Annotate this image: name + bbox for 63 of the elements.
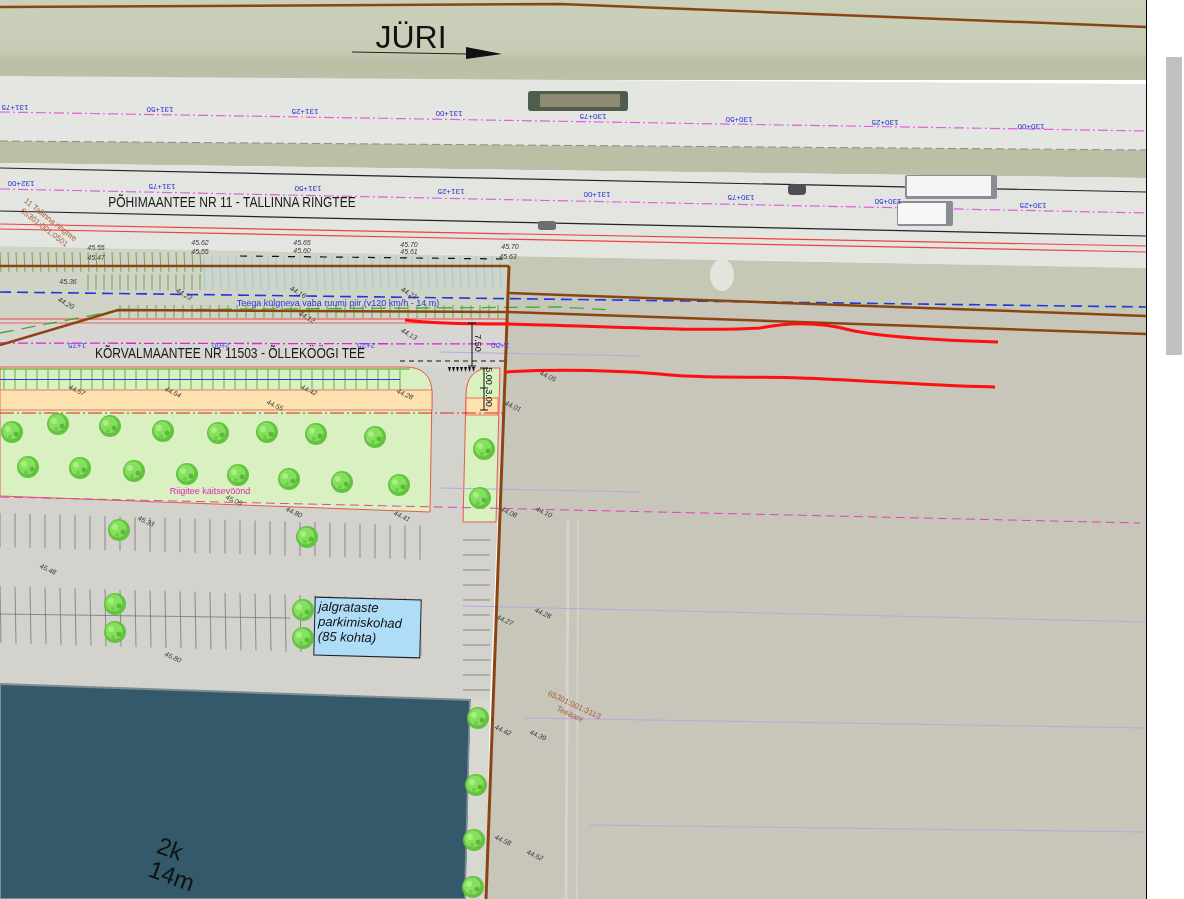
tree-icon (227, 464, 249, 486)
station-label: 131+50 (146, 105, 174, 113)
dimension-label: 5.00 (483, 367, 493, 385)
station-label: 131+75 (1, 103, 29, 111)
direction-label: JÜRI (375, 21, 447, 53)
tree-icon (469, 487, 491, 509)
station-label: 131+50 (294, 184, 322, 192)
station-label: 2+25 (357, 341, 375, 349)
tree-icon (473, 438, 495, 460)
tree-icon (104, 621, 126, 643)
station-label: 130+25 (1019, 201, 1047, 209)
tree-icon (364, 426, 386, 448)
station-label: 130+75 (727, 193, 755, 201)
tree-icon (467, 707, 489, 729)
shrub-shape (710, 259, 734, 291)
station-label: 132+00 (7, 179, 35, 187)
zone-label: Teega külgneva vaba ruumi piir (v120 km/h - 14 m) (236, 298, 440, 308)
tree-icon (176, 463, 198, 485)
tree-icon (463, 829, 485, 851)
station-label: 2+00 (212, 341, 230, 349)
road-name-label: PÕHIMAANTEE NR 11 - TALLINNA RINGTEE (108, 195, 356, 209)
station-label: 130+50 (725, 115, 753, 123)
tree-icon (47, 413, 69, 435)
tree-icon (388, 474, 410, 496)
tree-icon (278, 468, 300, 490)
tree-icon (305, 423, 327, 445)
building-label: 2k 14m (145, 832, 200, 896)
station-label: 130+00 (1017, 122, 1045, 130)
tree-icon (17, 456, 39, 478)
tree-icon (465, 774, 487, 796)
dimension-line (467, 322, 477, 367)
triangle-markers-drawing (448, 367, 475, 372)
tree-icon (256, 421, 278, 443)
station-label: 1+75 (68, 341, 86, 349)
station-label: 131+00 (583, 190, 611, 198)
tree-icon (104, 593, 126, 615)
tree-icon (462, 876, 484, 898)
tree-icon (1, 421, 23, 443)
scrollbar-thumb[interactable] (1166, 57, 1182, 355)
car-drawing (538, 221, 556, 230)
station-label: 130+25 (871, 118, 899, 126)
zone-label: Riigitee kaitsevöönd (169, 486, 251, 496)
station-label: 130+75 (579, 112, 607, 120)
tree-icon (292, 599, 314, 621)
station-label: 131+00 (435, 109, 463, 117)
tree-icon (108, 519, 130, 541)
callout-text: jalgrataste parkimiskohad (85 kohta) (317, 598, 404, 647)
station-label: 131+25 (437, 187, 465, 195)
tree-icon (207, 422, 229, 444)
tree-icon (296, 526, 318, 548)
dimension-label: 7.50 (472, 334, 482, 352)
dimension-label: 3.00 (483, 389, 493, 407)
station-label: 130+50 (874, 197, 902, 205)
tree-icon (123, 460, 145, 482)
tree-icon (331, 471, 353, 493)
tree-icon (152, 420, 174, 442)
station-label: 131+25 (291, 107, 319, 115)
tree-icon (99, 415, 121, 437)
station-label: 2+50 (491, 341, 509, 349)
tree-icon (69, 457, 91, 479)
car-drawing (788, 184, 806, 195)
tree-icon (292, 627, 314, 649)
station-label: 131+75 (148, 182, 176, 190)
